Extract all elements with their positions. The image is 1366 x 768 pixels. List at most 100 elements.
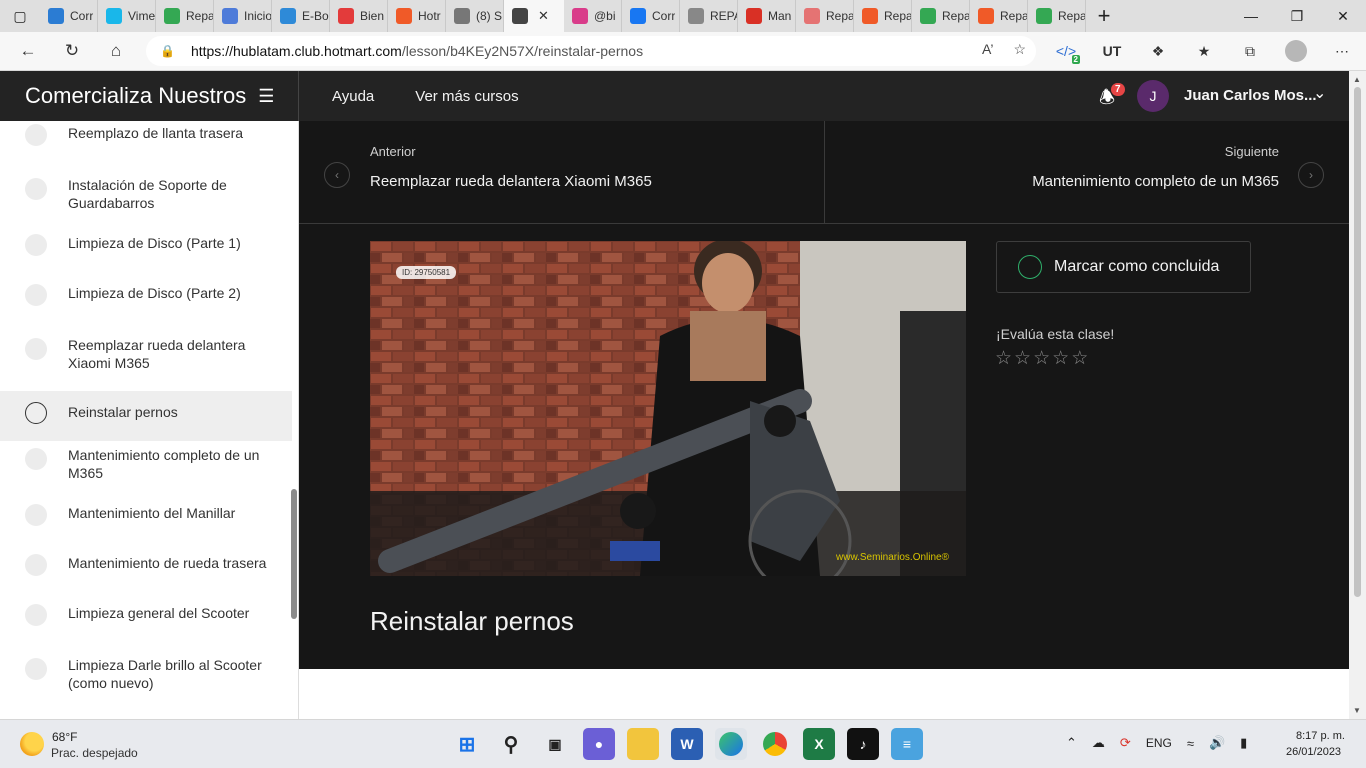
extensions-icon[interactable]: ❖ [1142,36,1174,66]
lesson-item[interactable]: Reemplazo de llanta trasera [0,121,298,171]
star-icon[interactable]: ☆ [1014,347,1031,370]
weather-temperature[interactable]: 68°F [52,730,77,744]
lesson-status-circle-icon[interactable] [25,338,47,360]
scroll-up-icon[interactable]: ▲ [1353,75,1361,84]
lesson-item[interactable]: Limpieza Darle brillo al Scooter (como n… [0,651,298,711]
browser-tab[interactable]: (8) S [446,0,504,32]
page-scrollbar[interactable]: ▲ ▼ [1349,71,1366,719]
tiktok-icon[interactable]: ♪ [847,728,879,760]
chat-icon[interactable]: ● [583,728,615,760]
lesson-status-circle-icon[interactable] [25,178,47,200]
sync-alert-icon[interactable]: ⟳ [1120,735,1131,751]
lesson-item[interactable]: Mantenimiento de rueda trasera [0,551,298,601]
star-icon[interactable]: ☆ [1071,347,1088,370]
lesson-item[interactable]: Limpieza de Disco (Parte 1) [0,231,298,281]
lesson-status-circle-icon[interactable] [25,604,47,626]
lesson-item-current[interactable]: Reinstalar pernos [0,391,292,441]
lesson-status-circle-icon[interactable] [25,234,47,256]
next-lesson-link[interactable]: Siguiente Mantenimiento completo de un M… [825,121,1349,224]
user-avatar[interactable]: J [1137,80,1169,112]
browser-tab[interactable]: @bi [564,0,622,32]
minimize-icon[interactable]: — [1228,0,1274,32]
browser-tab[interactable]: REPA [680,0,738,32]
nav-help-link[interactable]: Ayuda [332,88,374,105]
lesson-status-circle-icon[interactable] [25,554,47,576]
star-icon[interactable]: ☆ [1052,347,1069,370]
lock-icon[interactable]: 🔒 [160,44,175,58]
chevron-right-icon[interactable]: › [1298,162,1324,188]
lesson-item[interactable]: Limpieza general del Scooter [0,601,298,651]
tab-close-icon[interactable]: ✕ [538,8,549,24]
start-menu-icon[interactable]: ⊞ [451,728,483,760]
lesson-item[interactable]: Reemplazar rueda delantera Xiaomi M365 [0,331,298,391]
lesson-status-circle-icon[interactable] [25,284,47,306]
page-scroll-thumb[interactable] [1354,87,1361,597]
nav-more-courses-link[interactable]: Ver más cursos [415,88,518,105]
user-name[interactable]: Juan Carlos Mos... [1184,87,1317,104]
word-icon[interactable]: W [671,728,703,760]
browser-tab[interactable]: Corr [40,0,98,32]
video-player[interactable]: ID: 29750581 www.Seminarios.Online® [370,241,966,576]
browser-tab[interactable]: Repa [912,0,970,32]
browser-tab[interactable]: Hotr [388,0,446,32]
read-aloud-icon[interactable]: A’ [982,41,993,58]
sidebar-scrollbar[interactable] [291,489,297,619]
profile-icon[interactable] [1280,36,1312,66]
lesson-status-circle-icon[interactable] [25,124,47,146]
star-icon[interactable]: ☆ [995,347,1012,370]
favorite-add-icon[interactable]: ☆ [1013,41,1026,58]
address-bar[interactable]: 🔒 https://hublatam.club.hotmart.com/less… [146,36,1036,66]
extension-ut-icon[interactable]: UT [1096,36,1128,66]
lesson-status-circle-icon[interactable] [25,448,47,470]
language-indicator[interactable]: ENG [1146,736,1172,750]
excel-icon[interactable]: X [803,728,835,760]
previous-lesson-link[interactable]: ‹ Anterior Reemplazar rueda delantera Xi… [299,121,825,224]
clock-date[interactable]: 26/01/2023 [1286,746,1341,758]
browser-tab[interactable]: Repa [970,0,1028,32]
mark-complete-button[interactable]: Marcar como concluida [996,241,1251,293]
volume-icon[interactable]: 🔊 [1209,735,1225,751]
battery-icon[interactable]: ▮ [1240,735,1247,751]
lesson-status-circle-icon[interactable] [25,402,47,424]
weather-sun-icon[interactable] [20,732,44,756]
browser-tab[interactable]: Repa [854,0,912,32]
restore-icon[interactable]: ❐ [1274,0,1320,32]
browser-tab[interactable]: Man [738,0,796,32]
browser-tab[interactable]: Bien [330,0,388,32]
browser-tab[interactable]: Inicio [214,0,272,32]
edge-icon[interactable] [715,728,747,760]
browser-tab[interactable]: Repa [1028,0,1086,32]
menu-icon[interactable]: ☰ [258,86,274,107]
weather-description[interactable]: Prac. despejado [51,746,138,760]
more-menu-icon[interactable]: ⋯ [1326,36,1358,66]
chevron-left-icon[interactable]: ‹ [324,162,350,188]
notepad-icon[interactable]: ≡ [891,728,923,760]
scroll-down-icon[interactable]: ▼ [1353,706,1361,715]
tray-overflow-chevron-icon[interactable]: ⌃ [1066,735,1077,751]
browser-tab[interactable]: Corr [622,0,680,32]
chevron-down-icon[interactable]: ⌄ [1313,83,1326,103]
lesson-item[interactable]: Mantenimiento del Manillar [0,501,298,551]
wifi-icon[interactable]: ≈ [1187,736,1194,751]
tab-actions-icon[interactable]: ▢ [0,0,40,32]
onedrive-icon[interactable]: ☁ [1092,735,1105,751]
lesson-item[interactable]: Mantenimiento completo de un M365 [0,441,298,501]
lesson-item[interactable]: Limpieza de Disco (Parte 2) [0,281,298,331]
browser-tab[interactable]: Repa [156,0,214,32]
extension-devtools-icon[interactable]: </> 2 [1050,36,1082,66]
chrome-icon[interactable] [759,728,791,760]
new-tab-button[interactable]: + [1086,0,1122,32]
file-explorer-icon[interactable] [627,728,659,760]
browser-tab[interactable]: Repa [796,0,854,32]
lesson-status-circle-icon[interactable] [25,658,47,680]
star-icon[interactable]: ☆ [1033,347,1050,370]
home-icon[interactable]: ⌂ [94,32,138,71]
back-icon[interactable]: ← [6,32,50,71]
task-view-icon[interactable]: ▣ [539,728,571,760]
browser-tab[interactable]: Vime [98,0,156,32]
clock-time[interactable]: 8:17 p. m. [1296,730,1345,742]
browser-tab[interactable]: E-Bo [272,0,330,32]
lesson-item[interactable]: Instalación de Soporte de Guardabarros [0,171,298,231]
search-icon[interactable]: ⚲ [495,728,527,760]
favorites-icon[interactable]: ★ [1188,36,1220,66]
